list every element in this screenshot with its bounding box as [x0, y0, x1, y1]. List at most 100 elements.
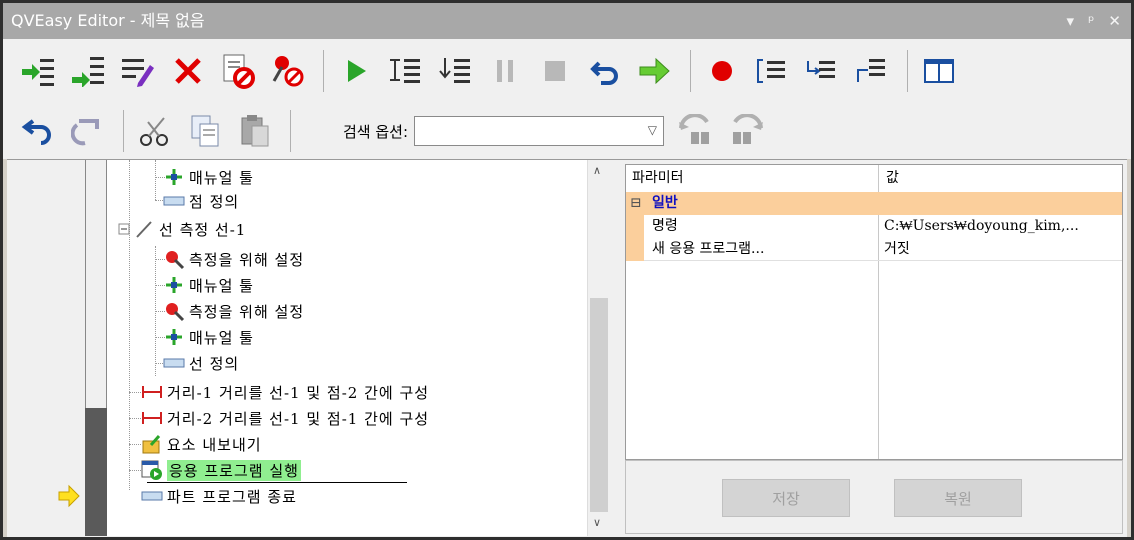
tree-guide	[129, 392, 141, 393]
current-step-arrow-icon	[58, 484, 80, 508]
property-row[interactable]: 명령 C:₩Users₩doyoung_kim,...	[626, 215, 1122, 238]
tree-guide	[129, 160, 130, 490]
tree-item[interactable]: 요소 내보내기	[141, 431, 262, 457]
property-buttons: 저장 복원	[625, 460, 1123, 534]
pin-icon	[163, 249, 185, 270]
search-options-label: 검색 옵션:	[343, 122, 409, 141]
gutter-progress	[85, 408, 107, 536]
toolbar-separator	[290, 110, 291, 152]
row-margin	[626, 215, 644, 238]
group-label: 일반	[652, 195, 678, 211]
editor-window: QVEasy Editor - 제목 없음 ▾ ᵖ ✕ 검색 옵션: ▽ 매뉴얼…	[0, 0, 1134, 540]
tree-item-label: 거리-2 거리를 선-1 및 점-1 간에 구성	[167, 409, 430, 428]
stop-icon[interactable]	[532, 48, 578, 94]
tree-item-selected[interactable]: 응용 프로그램 실행	[141, 457, 301, 483]
param-value[interactable]: C:₩Users₩doyoung_kim,...	[884, 215, 1120, 238]
value-header: 값	[886, 170, 899, 186]
loop-end-icon[interactable]	[849, 48, 895, 94]
record-icon[interactable]	[699, 48, 745, 94]
tree-guide	[155, 160, 156, 200]
toolbar-separator	[690, 50, 691, 92]
window-controls: ▾ ᵖ ✕	[1066, 3, 1121, 39]
tree-item[interactable]: 매뉴얼 툴	[163, 324, 254, 350]
export-icon	[141, 434, 163, 454]
paste-icon[interactable]	[232, 108, 278, 154]
run-to-cursor-icon[interactable]	[382, 48, 428, 94]
rewind-icon[interactable]	[582, 48, 628, 94]
disable-step-icon[interactable]	[215, 48, 261, 94]
property-grid[interactable]: 파라미터 값 ⊟ 일반 명령 C:₩Users₩doyoung_kim,... …	[625, 164, 1123, 460]
edit-step-icon[interactable]	[115, 48, 161, 94]
insert-before-icon[interactable]	[15, 48, 61, 94]
collapse-icon[interactable]	[117, 219, 131, 239]
dropdown-icon[interactable]: ▾	[1066, 3, 1074, 39]
split-view-icon[interactable]	[916, 48, 962, 94]
save-button[interactable]: 저장	[722, 479, 850, 517]
tree-guide	[129, 470, 141, 471]
undo-icon[interactable]	[15, 108, 61, 154]
restore-button[interactable]: 복원	[894, 479, 1022, 517]
find-next-icon[interactable]	[724, 108, 770, 154]
insertion-line	[147, 482, 407, 483]
edit-toolbar: 검색 옵션: ▽	[3, 103, 1131, 159]
find-previous-icon[interactable]	[674, 108, 720, 154]
tree-item[interactable]: 측정을 위해 설정	[163, 298, 304, 324]
go-forward-icon[interactable]	[632, 48, 678, 94]
scroll-up-icon[interactable]: ∧	[593, 164, 601, 177]
chevron-down-icon[interactable]: ▽	[648, 123, 657, 137]
tree-item[interactable]: 선 측정 선-1	[117, 216, 246, 242]
param-header: 파라미터	[632, 170, 684, 186]
scroll-down-icon[interactable]: ∨	[593, 516, 601, 529]
program-tree[interactable]: 매뉴얼 툴 점 정의 선 측정 선-1 측정을 위해 설정 매뉴얼 툴 측정을 …	[107, 160, 587, 536]
tree-item[interactable]: 거리-1 거리를 선-1 및 점-2 간에 구성	[141, 379, 429, 405]
tree-guide	[129, 418, 141, 419]
tree-item-label: 요소 내보내기	[167, 435, 262, 454]
tree-item[interactable]: 거리-2 거리를 선-1 및 점-1 간에 구성	[141, 405, 429, 431]
copy-icon[interactable]	[182, 108, 228, 154]
clear-pins-icon[interactable]	[265, 48, 311, 94]
point-define-icon	[163, 191, 185, 211]
title-bar: QVEasy Editor - 제목 없음 ▾ ᵖ ✕	[3, 3, 1131, 39]
row-margin	[626, 238, 644, 261]
run-app-icon	[141, 460, 163, 480]
tree-item-label: 선 정의	[189, 354, 240, 373]
tree-item[interactable]: 매뉴얼 툴	[163, 164, 254, 190]
tree-item[interactable]: 선 정의	[163, 350, 239, 376]
tree-item-label: 측정을 위해 설정	[189, 250, 305, 269]
toolbar-separator	[323, 50, 324, 92]
pause-icon[interactable]	[482, 48, 528, 94]
tree-item[interactable]: 측정을 위해 설정	[163, 246, 304, 272]
step-into-icon[interactable]	[432, 48, 478, 94]
tree-item[interactable]: 매뉴얼 툴	[163, 272, 254, 298]
pin-icon	[163, 301, 185, 322]
loop-icon[interactable]	[799, 48, 845, 94]
insert-after-icon[interactable]	[65, 48, 111, 94]
redo-icon[interactable]	[65, 108, 111, 154]
group-row-general[interactable]: ⊟ 일반	[626, 192, 1122, 215]
loop-start-icon[interactable]	[749, 48, 795, 94]
param-value[interactable]: 거짓	[884, 238, 910, 261]
tree-guide	[129, 444, 141, 445]
tree-item[interactable]: 점 정의	[163, 188, 239, 214]
tree-item[interactable]: 파트 프로그램 종료	[141, 483, 297, 509]
collapse-icon[interactable]: ⊟	[630, 192, 642, 215]
window-title: QVEasy Editor - 제목 없음	[11, 11, 205, 30]
cut-icon[interactable]	[132, 108, 178, 154]
tree-scrollbar[interactable]: ∧ ∨	[587, 160, 609, 536]
tree-item-label: 매뉴얼 툴	[189, 168, 254, 187]
toolbar-separator	[907, 50, 908, 92]
tree-item-label: 응용 프로그램 실행	[167, 459, 301, 481]
tree-item-label: 점 정의	[189, 192, 240, 211]
end-program-icon	[141, 486, 163, 506]
param-name: 새 응용 프로그램...	[652, 241, 765, 257]
close-icon[interactable]: ✕	[1108, 3, 1121, 39]
pin-window-icon[interactable]: ᵖ	[1088, 3, 1094, 39]
manual-tool-icon	[163, 167, 185, 187]
delete-icon[interactable]	[165, 48, 211, 94]
run-icon[interactable]	[332, 48, 378, 94]
scrollbar-thumb[interactable]	[590, 298, 608, 512]
tree-item-label: 파트 프로그램 종료	[167, 487, 297, 506]
search-options-combobox[interactable]: ▽	[414, 116, 665, 146]
tree-item-label: 측정을 위해 설정	[189, 302, 305, 321]
property-row[interactable]: 새 응용 프로그램... 거짓	[626, 238, 1122, 261]
